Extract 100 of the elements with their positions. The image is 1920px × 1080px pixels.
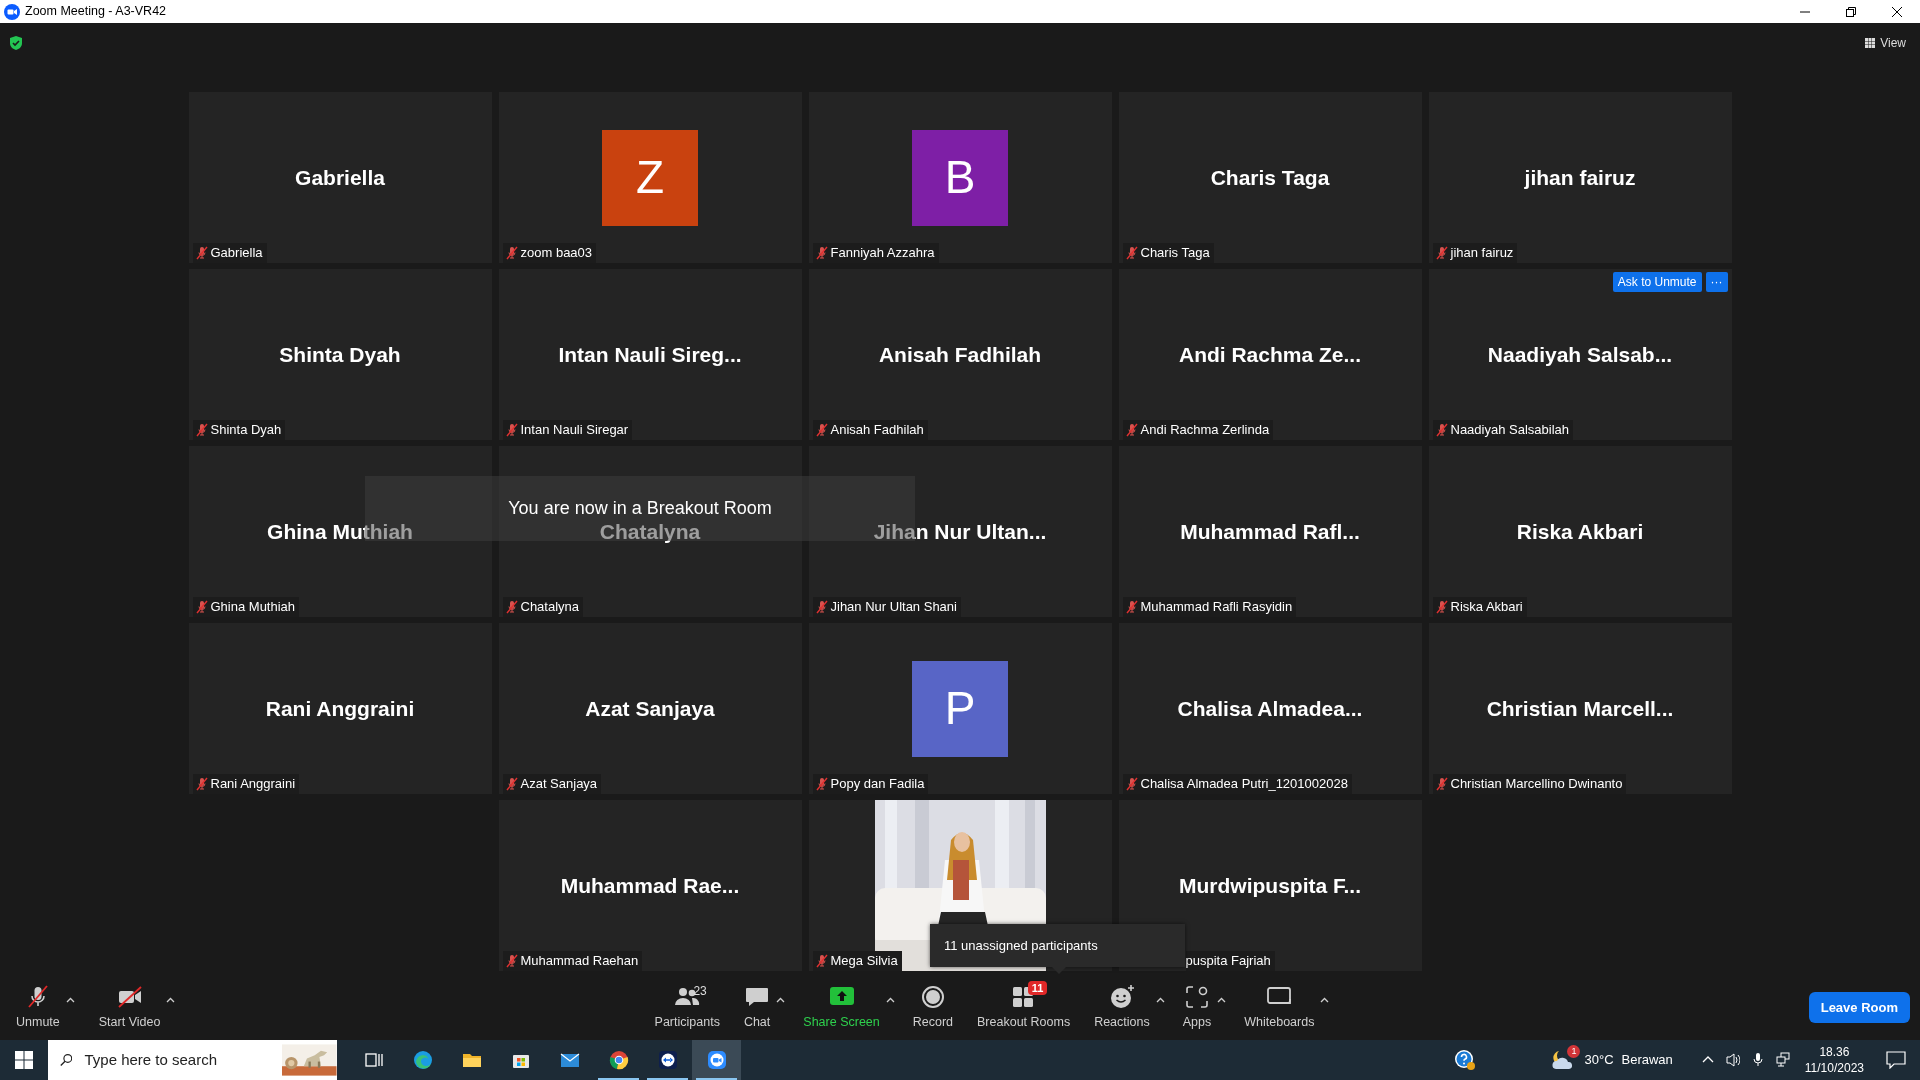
grid-icon <box>1865 38 1876 48</box>
help-icon <box>1454 1049 1477 1071</box>
participant-label: Christian Marcellino Dwinanto <box>1450 775 1623 794</box>
participant-label: Azat Sanjaya <box>520 775 598 794</box>
participant-name: Christian Marcell... <box>1486 695 1674 722</box>
weather-condition: Berawan <box>1621 1051 1673 1070</box>
chrome-icon <box>608 1050 629 1070</box>
weather-badge: 1 <box>1567 1045 1581 1058</box>
participant-label: Popy dan Fadila <box>830 775 925 794</box>
participant-name: Muhammad Rafl... <box>1180 518 1360 545</box>
participant-label: Riska Akbari <box>1450 598 1523 617</box>
participant-label: jihan fairuz <box>1450 244 1514 263</box>
participant-name: Riska Akbari <box>1516 518 1644 545</box>
participant-name: Naadiyah Salsab... <box>1487 341 1673 368</box>
participant-label: Ghina Muthiah <box>210 598 296 617</box>
video-app-icon <box>706 1050 727 1070</box>
options-caret-button[interactable] <box>1320 996 1330 1003</box>
participant-name: Jihan Nur Ultan... <box>873 518 1047 545</box>
remote-app-icon <box>657 1050 678 1070</box>
search-field[interactable]: Type here to search <box>82 1047 283 1073</box>
shield-icon <box>10 36 22 50</box>
restore-icon <box>1846 6 1856 17</box>
participant-label: Gabriella <box>210 244 263 263</box>
record-button[interactable]: Record <box>906 983 960 1032</box>
caret-icon <box>65 996 75 1003</box>
app-logo-icon <box>4 3 20 20</box>
participant-name: Chatalyna <box>599 518 701 545</box>
tooltip: 11 unassigned participants <box>930 924 1185 967</box>
participant-label: Jihan Nur Ultan Shani <box>830 598 957 617</box>
clock-time: 18.36 <box>1818 1044 1851 1060</box>
notification-badge: 11 <box>1027 980 1048 995</box>
ask-to-unmute-button[interactable]: Ask to Unmute <box>1612 272 1702 292</box>
apps-icon <box>1184 983 1210 1010</box>
participant-name: Gabriella <box>295 164 385 191</box>
participant-name: Ghina Muthiah <box>267 518 413 545</box>
participant-label: Mega Silvia <box>830 952 898 971</box>
participants-button[interactable]: 23 Participants <box>648 983 726 1032</box>
participant-name: Shinta Dyah <box>279 341 401 368</box>
windows-logo-icon <box>15 1051 33 1069</box>
reactions-icon <box>1108 983 1135 1010</box>
participant-label: Muhammad Rafli Rasyidin <box>1140 598 1293 617</box>
microphone-icon[interactable] <box>1750 1052 1765 1068</box>
window-title: Zoom Meeting - A3-VR42 <box>25 3 167 21</box>
participant-name: jihan fairuz <box>1524 164 1636 191</box>
browser-icon <box>412 1050 433 1070</box>
participant-label: Anisah Fadhilah <box>830 421 924 440</box>
options-caret-button[interactable] <box>776 996 786 1003</box>
participant-label: Andi Rachma Zerlinda <box>1140 421 1270 440</box>
participant-label: zoom baa03 <box>520 244 593 263</box>
speaker-icon[interactable] <box>1725 1052 1740 1068</box>
options-caret-button[interactable] <box>885 996 895 1003</box>
search-icon <box>60 1052 73 1068</box>
record-icon <box>919 983 946 1010</box>
participant-name: Intan Nauli Sireg... <box>558 341 742 368</box>
participant-label: Rani Anggraini <box>210 775 296 794</box>
participant-label: Muhammad Raehan <box>520 952 639 971</box>
options-caret-button[interactable] <box>65 996 75 1003</box>
avatar: P <box>912 660 1008 757</box>
avatar: Z <box>602 129 698 226</box>
participant-label: Intan Nauli Siregar <box>520 421 629 440</box>
search-box[interactable]: Type here to search <box>48 1040 337 1080</box>
participant-label: puspita Fajriah <box>1185 952 1271 971</box>
share-screen-button[interactable]: Share Screen <box>797 983 886 1032</box>
reactions-button[interactable]: Reactions <box>1088 983 1156 1032</box>
caret-icon <box>1155 996 1165 1003</box>
participant-name: Muhammad Rae... <box>560 872 740 899</box>
options-caret-button[interactable] <box>166 996 176 1003</box>
clock-date: 11/10/2023 <box>1804 1060 1864 1076</box>
view-button[interactable]: View <box>1861 34 1910 52</box>
breakout-rooms-button[interactable]: 11 Breakout Rooms <box>971 983 1077 1032</box>
network-icon[interactable] <box>1775 1052 1790 1068</box>
chat-button[interactable]: Chat <box>737 983 777 1032</box>
participant-label: Fanniyah Azzahra <box>830 244 935 263</box>
more-button[interactable]: ··· <box>1705 272 1728 292</box>
unmute-button[interactable]: Unmute <box>10 983 66 1032</box>
taskbar-app[interactable] <box>692 1040 741 1080</box>
start-video-button[interactable]: Start Video <box>92 983 167 1032</box>
participant-name: Charis Taga <box>1210 164 1330 191</box>
whiteboards-button[interactable]: Whiteboards <box>1238 983 1321 1032</box>
participant-name: Andi Rachma Ze... <box>1178 341 1361 368</box>
participant-label: Chatalyna <box>520 598 580 617</box>
apps-button[interactable]: Apps <box>1176 983 1218 1032</box>
leave-room-button[interactable]: Leave Room <box>1808 991 1910 1024</box>
task-view-icon <box>363 1050 384 1070</box>
participant-name: Chalisa Almadea... <box>1177 695 1363 722</box>
close-icon <box>1892 6 1902 17</box>
participant-name: Azat Sanjaya <box>585 695 715 722</box>
participant-name: Rani Anggraini <box>265 695 415 722</box>
participant-label: Shinta Dyah <box>210 421 282 440</box>
options-caret-button[interactable] <box>1217 996 1227 1003</box>
caret-icon <box>1217 996 1227 1003</box>
caret-icon <box>166 996 176 1003</box>
video-off-icon <box>116 983 143 1010</box>
avatar: B <box>912 129 1008 226</box>
participant-name: Murdwipuspita F... <box>1179 872 1361 899</box>
notifications-icon[interactable] <box>1886 1051 1906 1069</box>
participant-name: Anisah Fadhilah <box>878 341 1042 368</box>
temperature: 30°C <box>1584 1051 1614 1070</box>
caret-icon <box>1320 996 1330 1003</box>
options-caret-button[interactable] <box>1155 996 1165 1003</box>
